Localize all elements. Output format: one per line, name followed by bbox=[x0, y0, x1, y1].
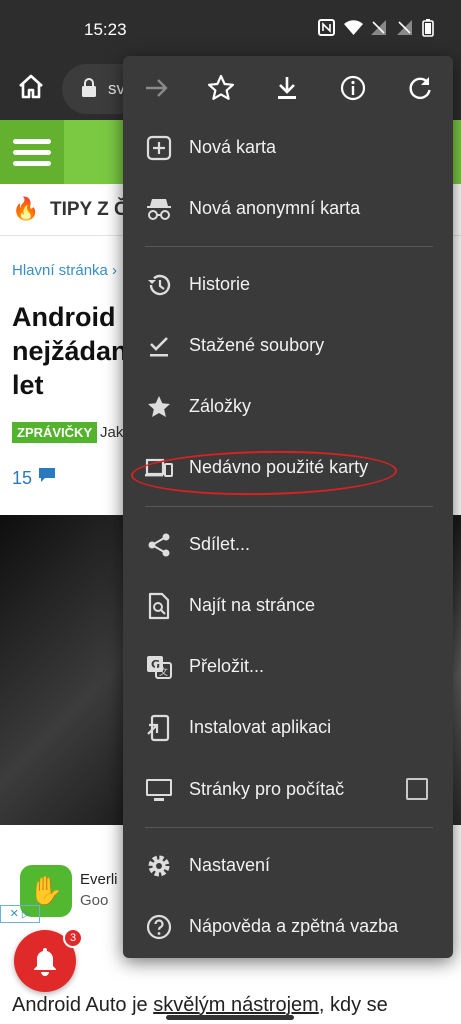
fire-icon: 🔥 bbox=[12, 196, 40, 221]
download-icon bbox=[278, 77, 296, 99]
comment-bubble-icon bbox=[39, 468, 56, 482]
menu-item-history[interactable]: Historie bbox=[123, 257, 453, 313]
menu-item-bookmarks[interactable]: Záložky bbox=[123, 379, 453, 435]
menu-item-downloads[interactable]: Stažené soubory bbox=[123, 318, 453, 374]
history-icon bbox=[148, 274, 171, 296]
refresh-button[interactable] bbox=[404, 72, 436, 104]
bell-icon bbox=[34, 948, 56, 976]
hamburger-menu-button[interactable] bbox=[0, 120, 64, 184]
menu-item-label: Nápověda a zpětná vazba bbox=[189, 916, 399, 936]
comment-count-link[interactable]: 15 bbox=[12, 466, 57, 489]
gesture-nav-handle[interactable] bbox=[166, 1015, 294, 1020]
menu-item-find-in-page[interactable]: Najít na stránce bbox=[123, 578, 453, 634]
body-text-start: Android Auto je bbox=[12, 994, 154, 1016]
plus-box-icon bbox=[146, 135, 172, 161]
desktop-site-checkbox[interactable] bbox=[406, 778, 428, 800]
star-outline-icon bbox=[207, 74, 235, 100]
notification-bell-button[interactable]: 3 bbox=[14, 928, 83, 992]
comment-count: 15 bbox=[12, 468, 33, 488]
lock-icon bbox=[82, 78, 96, 97]
bookmark-star-button[interactable] bbox=[205, 72, 237, 104]
body-text-end: , kdy se bbox=[318, 994, 388, 1016]
menu-item-label: Nastavení bbox=[189, 855, 271, 875]
author-name[interactable]: Jak bbox=[100, 424, 123, 441]
check-download-icon bbox=[150, 337, 168, 357]
share-icon bbox=[148, 533, 170, 557]
menu-item-new-tab[interactable]: Nová karta bbox=[123, 120, 453, 176]
home-icon bbox=[19, 74, 43, 99]
menu-item-new-incognito-tab[interactable]: Nová anonymní karta bbox=[123, 181, 453, 237]
category-badge[interactable]: ZPRÁVIČKY bbox=[12, 422, 98, 443]
signal-icon bbox=[396, 19, 413, 36]
body-text-link[interactable]: skvělým nástrojem bbox=[153, 994, 319, 1016]
article-body-text: Android Auto je skvělým nástrojem, kdy s… bbox=[12, 994, 388, 1017]
forward-button[interactable] bbox=[141, 72, 173, 104]
menu-item-label: Záložky bbox=[189, 396, 252, 416]
menu-item-label: Nová karta bbox=[189, 137, 277, 157]
status-time: 15:23 bbox=[84, 20, 127, 39]
tips-label: TIPY Z Č bbox=[50, 199, 128, 220]
svg-text:文: 文 bbox=[159, 666, 168, 678]
download-button[interactable] bbox=[271, 72, 303, 104]
status-icons bbox=[318, 19, 439, 37]
menu-divider bbox=[145, 506, 433, 507]
menu-item-desktop-site[interactable]: Stránky pro počítač bbox=[123, 762, 453, 818]
home-button[interactable] bbox=[16, 72, 46, 102]
menu-item-label: Stažené soubory bbox=[189, 335, 325, 355]
menu-item-settings[interactable]: Nastavení bbox=[123, 838, 453, 894]
ad-choices-icon[interactable]: ✕ ▷ bbox=[0, 905, 40, 923]
help-icon bbox=[146, 914, 172, 940]
menu-divider bbox=[145, 246, 433, 247]
menu-item-install-app[interactable]: Instalovat aplikaci bbox=[123, 700, 453, 756]
menu-item-share[interactable]: Sdílet... bbox=[123, 517, 453, 573]
menu-item-label: Stránky pro počítač bbox=[189, 779, 345, 799]
find-in-page-icon bbox=[148, 592, 170, 620]
menu-item-label: Instalovat aplikaci bbox=[189, 717, 332, 737]
menu-item-label: Sdílet... bbox=[189, 534, 251, 554]
page-info-button[interactable] bbox=[337, 72, 369, 104]
ad-title: Everli bbox=[80, 871, 118, 888]
menu-item-label: Přeložit... bbox=[189, 656, 265, 676]
menu-item-label: Nová anonymní karta bbox=[189, 198, 361, 218]
ad-subtitle: Goo bbox=[80, 892, 109, 909]
menu-item-label: Najít na stránce bbox=[189, 595, 316, 615]
menu-divider bbox=[145, 827, 433, 828]
forward-icon bbox=[146, 79, 168, 97]
signal-icon bbox=[370, 19, 387, 36]
translate-icon: G文 bbox=[147, 656, 172, 679]
star-icon bbox=[148, 396, 170, 417]
status-bar: 15:23 bbox=[0, 0, 461, 56]
install-app-icon bbox=[147, 714, 170, 742]
wifi-icon bbox=[344, 19, 363, 36]
gear-icon bbox=[148, 855, 170, 877]
info-icon bbox=[340, 75, 366, 101]
desktop-icon bbox=[146, 779, 172, 801]
breadcrumb[interactable]: Hlavní stránka › bbox=[12, 262, 117, 279]
browser-overflow-menu: Nová karta Nová anonymní karta Historie … bbox=[123, 56, 453, 958]
notification-count-badge: 3 bbox=[63, 928, 83, 948]
incognito-icon bbox=[147, 199, 171, 220]
refresh-icon bbox=[409, 77, 431, 100]
nfc-icon bbox=[318, 19, 335, 36]
menu-item-help-feedback[interactable]: Nápověda a zpětná vazba bbox=[123, 899, 453, 955]
menu-item-label: Historie bbox=[189, 274, 251, 294]
menu-item-translate[interactable]: G文 Přeložit... bbox=[123, 639, 453, 695]
menu-toolbar bbox=[123, 56, 453, 120]
battery-icon bbox=[422, 19, 439, 37]
